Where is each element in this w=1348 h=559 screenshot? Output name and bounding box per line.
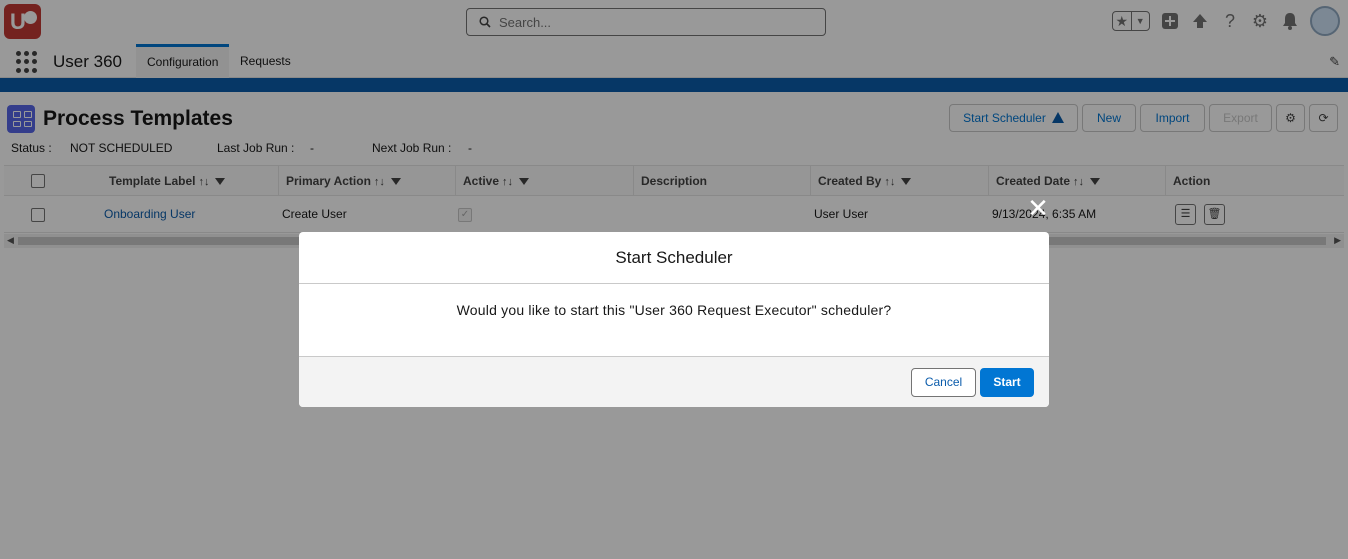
cancel-button[interactable]: Cancel <box>911 368 976 397</box>
modal-title: Start Scheduler <box>299 232 1049 284</box>
close-icon[interactable]: ✕ <box>1026 195 1050 221</box>
modal-message: Would you like to start this "User 360 R… <box>456 302 892 318</box>
modal-footer: Cancel Start <box>299 356 1049 407</box>
start-button[interactable]: Start <box>980 368 1034 397</box>
start-scheduler-modal: Start Scheduler Would you like to start … <box>299 232 1049 407</box>
